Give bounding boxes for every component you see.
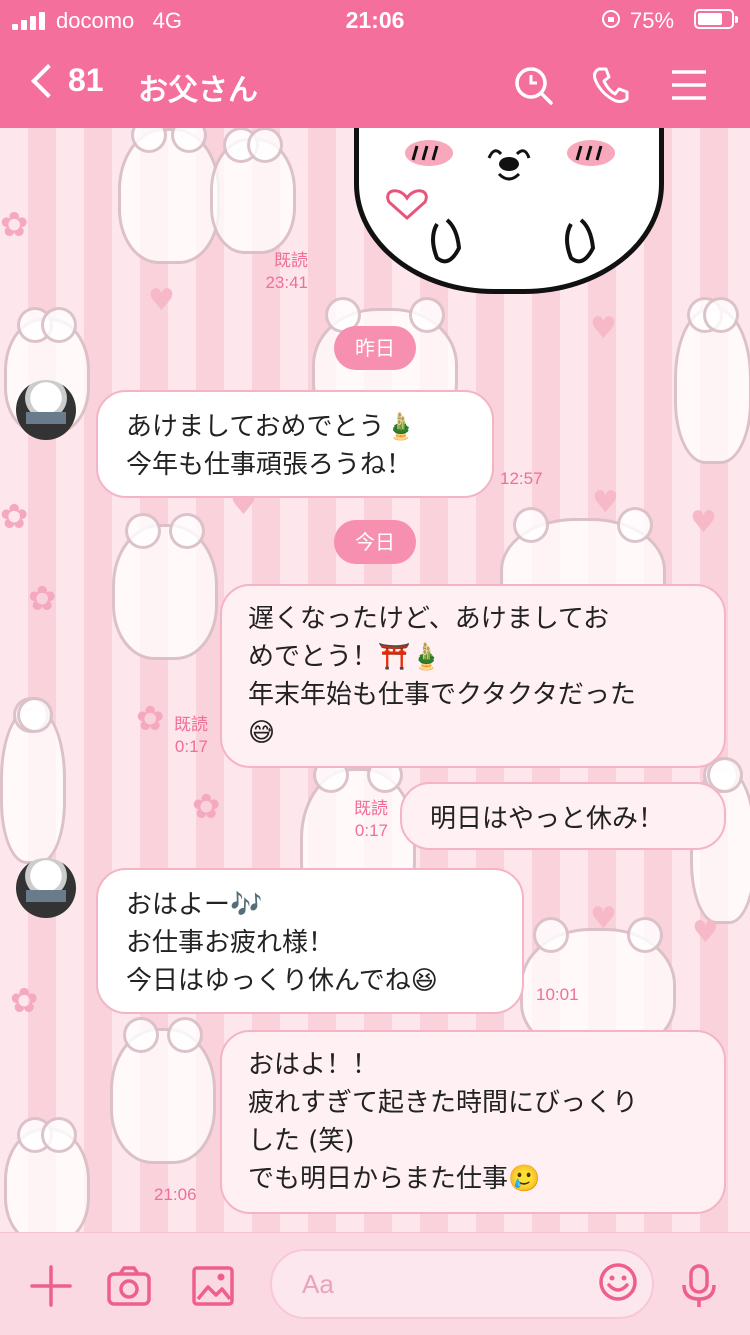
image-icon[interactable] xyxy=(190,1263,236,1309)
message-meta: 既読 0:17 xyxy=(340,798,388,842)
outgoing-message[interactable]: 明日はやっと休み！ xyxy=(400,782,726,850)
message-time: 23:41 xyxy=(265,273,308,292)
petal-decoration: ✿ xyxy=(10,981,39,1021)
sticker-face-icon xyxy=(386,140,615,264)
message-time: 0:17 xyxy=(174,737,208,756)
message-meta: 既読 0:17 xyxy=(140,714,208,758)
heart-decoration: ♥ xyxy=(590,311,617,346)
mic-icon[interactable] xyxy=(676,1263,722,1309)
read-receipt: 既読 xyxy=(274,251,308,270)
avatar[interactable] xyxy=(16,858,76,918)
message-input[interactable]: Aa xyxy=(270,1249,654,1319)
read-receipt: 既読 xyxy=(174,715,208,734)
heart-decoration: ♥ xyxy=(692,915,719,950)
battery-percent: 75% xyxy=(630,8,675,33)
menu-icon[interactable] xyxy=(668,64,710,106)
phone-icon[interactable] xyxy=(590,64,632,106)
rotation-lock-icon xyxy=(602,10,620,28)
chat-title: お父さん xyxy=(138,73,258,108)
petal-decoration: ✿ xyxy=(0,205,29,245)
unread-count: 81 xyxy=(68,62,104,98)
message-meta: 既読 23:41 xyxy=(248,250,308,294)
message-time: 12:57 xyxy=(500,469,543,488)
smile-icon[interactable] xyxy=(598,1262,638,1302)
heart-decoration: ♥ xyxy=(592,485,619,520)
battery-fill xyxy=(698,13,722,25)
message-time: 0:17 xyxy=(354,821,388,840)
incoming-message[interactable]: あけましておめでとう🎍 今年も仕事頑張ろうね！ xyxy=(96,390,494,498)
incoming-message[interactable]: おはよー🎶 お仕事お疲れ様！ 今日はゆっくり休んでね😆 xyxy=(96,868,524,1014)
heart-decoration: ♥ xyxy=(690,505,717,540)
bear-decoration xyxy=(4,1117,90,1232)
heart-decoration: ♥ xyxy=(148,283,175,318)
bear-decoration xyxy=(210,128,296,254)
status-bar: docomo 4G 21:06 75% xyxy=(0,0,750,40)
date-separator: 昨日 xyxy=(334,326,416,370)
chat-header: 81 お父さん xyxy=(0,40,750,128)
bear-decoration xyxy=(110,1017,216,1164)
petal-decoration: ✿ xyxy=(192,787,221,827)
outgoing-message[interactable]: おはよ！！ 疲れすぎて起きた時間にびっくり した (笑) でも明日からまた仕事🥲 xyxy=(220,1030,726,1214)
bear-decoration xyxy=(0,697,66,864)
petal-decoration: ✿ xyxy=(28,579,57,619)
heart-decoration: ♥ xyxy=(590,901,617,936)
bear-decoration xyxy=(674,297,750,464)
avatar[interactable] xyxy=(16,380,76,440)
date-separator: 今日 xyxy=(334,520,416,564)
outgoing-message[interactable]: 遅くなったけど、あけましてお めでとう！⛩️🎍 年末年始も仕事でクタクタだった … xyxy=(220,584,726,768)
message-time: 10:01 xyxy=(536,985,579,1004)
sticker-message[interactable] xyxy=(354,128,664,294)
search-icon[interactable] xyxy=(512,64,554,106)
back-button[interactable]: 81 xyxy=(26,62,104,99)
chevron-left-icon xyxy=(31,63,65,98)
read-receipt: 既読 xyxy=(354,799,388,818)
plus-icon[interactable] xyxy=(28,1263,74,1309)
petal-decoration: ✿ xyxy=(0,497,29,537)
camera-icon[interactable] xyxy=(106,1263,152,1309)
message-time: 21:06 xyxy=(154,1185,197,1204)
bear-decoration xyxy=(118,128,220,264)
bear-decoration xyxy=(112,513,218,660)
battery-icon xyxy=(694,9,738,29)
